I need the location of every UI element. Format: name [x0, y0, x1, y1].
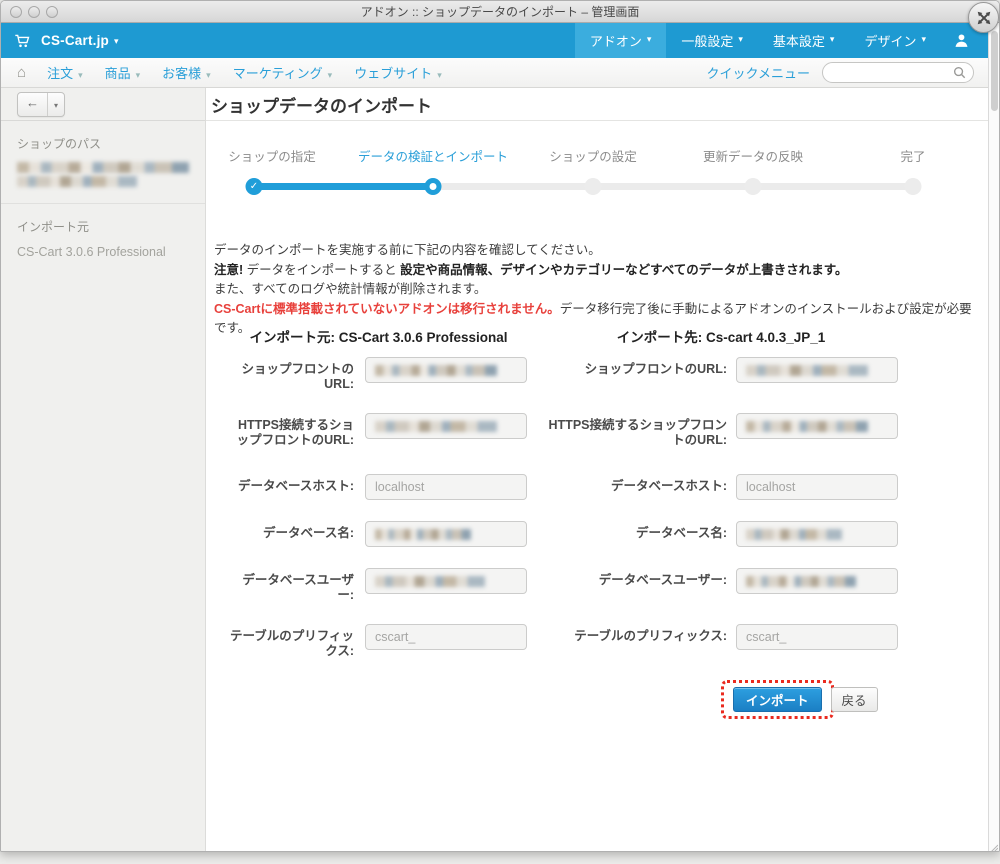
- step-label-5: 完了: [900, 150, 926, 164]
- form-row-storefront-url: ショップフロントのURL: ショップフロントのURL:: [214, 357, 980, 392]
- redacted-value: [375, 575, 485, 587]
- back-dropdown-caret[interactable]: ▾: [47, 92, 64, 116]
- annotation-highlight-box: インポート: [721, 680, 834, 719]
- target-db-name-field[interactable]: [736, 521, 898, 547]
- import-source-value: CS-Cart 3.0.6 Professional: [17, 245, 166, 259]
- target-storefront-url-field[interactable]: [736, 357, 898, 383]
- target-heading: インポート先: Cs-cart 4.0.3_JP_1: [616, 330, 826, 345]
- nav-item-addons[interactable]: アドオン: [574, 23, 667, 58]
- nav-item-orders[interactable]: 注文: [36, 63, 94, 82]
- nav-item-general-settings[interactable]: 一般設定: [666, 23, 758, 58]
- import-form: インポート元: CS-Cart 3.0.6 Professional インポート…: [214, 326, 980, 719]
- source-db-host-field[interactable]: localhost: [365, 474, 527, 500]
- target-https-url-field[interactable]: [736, 413, 898, 439]
- redacted-value: [746, 420, 868, 432]
- notice-line-2: 注意! データをインポートすると 設定や商品情報、デザインやカテゴリーなどすべて…: [214, 262, 848, 277]
- brand-menu[interactable]: CS-Cart.jp: [41, 33, 119, 48]
- notice-line-1: データのインポートを実施する前に下記の内容を確認してください。: [214, 243, 601, 257]
- notice-line-3: また、すべてのログや統計情報が削除されます。: [214, 282, 487, 296]
- nav-item-customers[interactable]: お客様: [151, 63, 222, 82]
- source-heading: インポート元: CS-Cart 3.0.6 Professional: [249, 330, 508, 345]
- shop-path-section: ショップのパス: [1, 121, 205, 204]
- main-content: ショップデータのインポート ショップの指定 データの検証とインポート ショップの…: [206, 88, 988, 851]
- search-icon[interactable]: [953, 66, 966, 82]
- back-split-button: ← ▾: [17, 91, 66, 117]
- source-table-prefix-field[interactable]: cscart_: [365, 624, 527, 650]
- page-title: ショップデータのインポート: [211, 96, 432, 116]
- redacted-value: [746, 575, 856, 587]
- admin-navbar: CS-Cart.jp アドオン 一般設定 基本設定 デザイン: [1, 23, 988, 58]
- import-source-label: インポート元: [17, 220, 90, 234]
- resize-grip[interactable]: [988, 840, 999, 851]
- window-titlebar: アドオン :: ショップデータのインポート – 管理画面: [1, 1, 999, 23]
- source-storefront-url-field[interactable]: [365, 357, 527, 383]
- scrollbar-thumb[interactable]: [991, 31, 998, 111]
- redacted-value: [746, 364, 868, 376]
- form-row-table-prefix: テーブルのプリフィックス: cscart_ テーブルのプリフィックス: csca…: [214, 624, 980, 659]
- vertical-scrollbar[interactable]: [988, 23, 999, 851]
- secondary-nav: ⌂ 注文 商品 お客様 マーケティング ウェブサイト クイックメニュー: [1, 58, 988, 88]
- form-row-db-host: データベースホスト: localhost データベースホスト: localhos…: [214, 474, 980, 500]
- form-row-db-name: データベース名: データベース名:: [214, 521, 980, 547]
- nav-item-products[interactable]: 商品: [94, 63, 152, 82]
- progress-track: [246, 183, 913, 190]
- shop-path-redacted: [17, 162, 189, 173]
- step-label-1: ショップの指定: [228, 150, 316, 164]
- step-dot-current: [424, 178, 442, 195]
- step-label-2: データの検証とインポート: [357, 150, 509, 164]
- source-db-user-field[interactable]: [365, 568, 527, 594]
- shop-path-redacted-2: [17, 176, 137, 187]
- quick-menu-link[interactable]: クイックメニュー: [707, 63, 810, 82]
- cart-icon: [14, 33, 31, 49]
- wizard-progress: ショップの指定 データの検証とインポート ショップの設定 更新データの反映 完了…: [214, 143, 980, 205]
- redacted-value: [375, 364, 497, 376]
- source-db-name-field[interactable]: [365, 521, 527, 547]
- redacted-value: [375, 528, 471, 540]
- redacted-value: [375, 420, 497, 432]
- step-dot-done: ✓: [245, 178, 263, 195]
- nav-item-design[interactable]: デザイン: [849, 23, 941, 58]
- step-dot-pending-3: [904, 178, 922, 195]
- redacted-value: [746, 528, 842, 540]
- nav-item-website[interactable]: ウェブサイト: [343, 63, 453, 82]
- window-title: アドオン :: ショップデータのインポート – 管理画面: [360, 5, 640, 19]
- target-db-user-field[interactable]: [736, 568, 898, 594]
- progress-done-segment: [246, 183, 432, 190]
- browser-window: アドオン :: ショップデータのインポート – 管理画面 CS-Cart.jp …: [0, 0, 1000, 852]
- back-button-form[interactable]: 戻る: [830, 687, 878, 712]
- expand-badge[interactable]: [968, 2, 999, 33]
- import-source-section: インポート元 CS-Cart 3.0.6 Professional: [1, 204, 205, 275]
- sidebar: ← ▾ ショップのパス インポート元 CS-Cart 3.0.6 Profess…: [1, 88, 206, 851]
- form-row-db-user: データベースユーザー: データベースユーザー:: [214, 568, 980, 603]
- home-icon[interactable]: ⌂: [17, 64, 26, 81]
- search-box: [822, 62, 974, 83]
- step-dot-pending-2: [744, 178, 762, 195]
- step-dot-pending-1: [584, 178, 602, 195]
- nav-item-marketing[interactable]: マーケティング: [222, 63, 344, 82]
- target-table-prefix-field[interactable]: cscart_: [736, 624, 898, 650]
- step-label-3: ショップの設定: [549, 150, 637, 164]
- target-db-host-field[interactable]: localhost: [736, 474, 898, 500]
- search-input[interactable]: [822, 62, 974, 83]
- import-button[interactable]: インポート: [733, 687, 822, 712]
- shop-path-label: ショップのパス: [17, 137, 102, 151]
- nav-item-basic-settings[interactable]: 基本設定: [758, 23, 850, 58]
- form-row-https-url: HTTPS接続するショップフロントのURL: HTTPS接続するショップフロント…: [214, 413, 980, 448]
- back-button[interactable]: ←: [18, 93, 47, 116]
- source-https-url-field[interactable]: [365, 413, 527, 439]
- user-icon: [953, 32, 970, 49]
- import-notice: データのインポートを実施する前に下記の内容を確認してください。 注意! データを…: [214, 241, 974, 339]
- expand-arrows-icon: [975, 9, 993, 27]
- step-label-4: 更新データの反映: [702, 150, 804, 164]
